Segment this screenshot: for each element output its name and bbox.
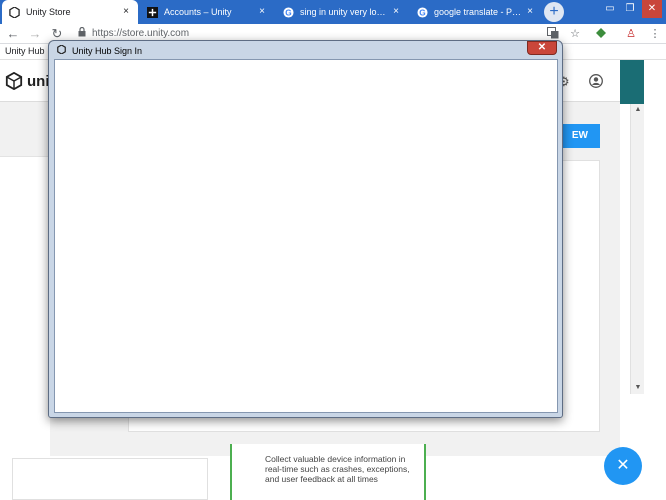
star-icon[interactable]: ☆ [568,27,582,41]
back-icon[interactable]: ← [5,26,21,42]
tab-label: google translate - Penelu [434,7,524,17]
url-text: https://store.unity.com [92,27,190,39]
header-teal-panel [620,60,644,104]
bookmark-unity-hub[interactable]: Unity Hub [5,46,45,56]
dialog-titlebar: Unity Hub Sign In [57,44,143,56]
tab-strip: Unity Store × Accounts – Unity × G sing … [0,0,666,24]
tab-label: sing in unity very long - P [300,7,390,17]
window-close-icon[interactable]: ✕ [642,0,662,18]
account-icon[interactable] [589,74,603,91]
restore-icon[interactable]: ❐ [620,0,640,18]
sign-in-dialog: Unity Hub Sign In ✕ [48,40,563,418]
tab-unity-store[interactable]: Unity Store × [2,0,138,24]
left-card [0,156,50,456]
close-icon[interactable]: × [120,6,132,18]
unity-plus-icon [146,6,158,18]
tab-label: Accounts – Unity [164,7,232,17]
tab-label: Unity Store [26,7,71,17]
svg-text:G: G [419,8,425,17]
feature-card [12,458,208,500]
unity-icon [8,6,20,18]
menu-dots-icon[interactable]: ⋮ [648,27,662,41]
svg-text:G: G [285,8,291,17]
forward-icon[interactable]: → [27,26,43,42]
lock-icon [78,26,86,39]
scroll-down-icon[interactable]: ▼ [631,382,645,394]
dialog-title: Unity Hub Sign In [72,45,143,56]
minimize-icon[interactable]: ▭ [600,0,620,18]
close-icon[interactable]: × [256,6,268,18]
close-icon[interactable]: × [524,6,536,18]
close-fab-button[interactable]: ✕ [604,447,642,485]
translate-icon[interactable] [546,27,560,41]
google-icon: G [416,6,428,18]
scrollbar[interactable]: ▲ ▼ [630,104,644,394]
scroll-up-icon[interactable]: ▲ [631,104,645,116]
close-icon[interactable]: × [390,6,402,18]
dialog-content-area [54,59,558,413]
feature-description: Collect valuable device information in r… [265,454,410,484]
tab-google-translate[interactable]: G google translate - Penelu × [410,0,542,24]
pdf-extension-icon[interactable]: ♙ [624,27,638,41]
new-tab-button[interactable]: + [544,2,564,22]
tab-accounts[interactable]: Accounts – Unity × [140,0,274,24]
address-bar[interactable]: https://store.unity.com [78,26,190,39]
dialog-close-button[interactable]: ✕ [527,41,557,55]
unity-icon [57,44,66,56]
unity-logo-icon [5,72,23,90]
tab-sing-in-unity[interactable]: G sing in unity very long - P × [276,0,408,24]
google-icon: G [282,6,294,18]
extension-icon[interactable] [594,27,608,41]
